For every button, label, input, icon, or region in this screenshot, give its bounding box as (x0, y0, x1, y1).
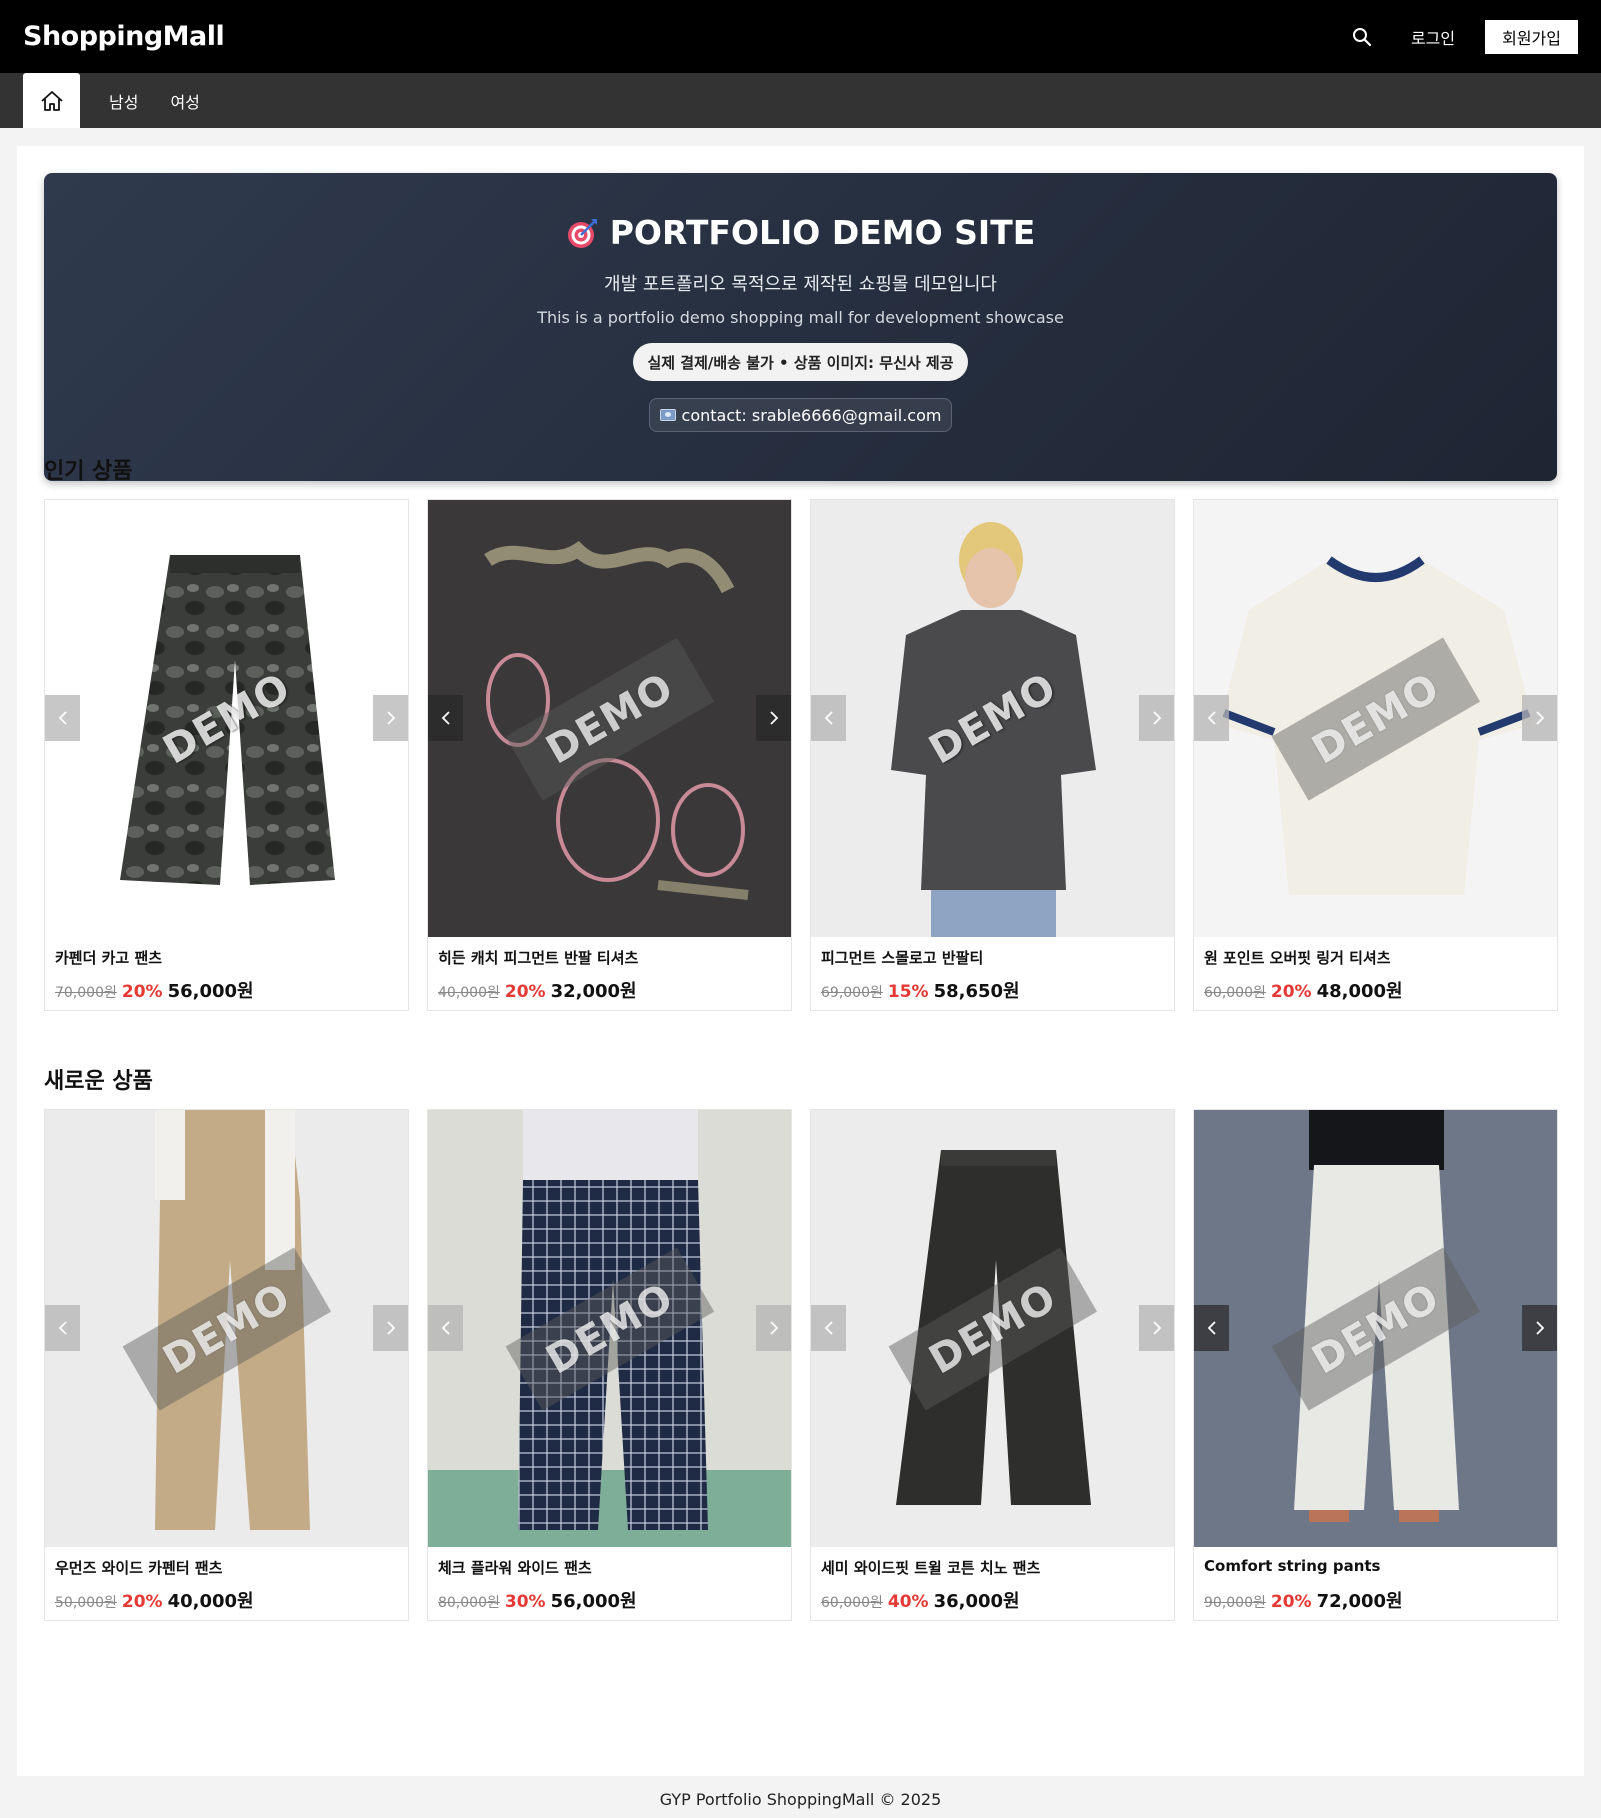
top-header: ShoppingMall 로그인 회원가입 (0, 0, 1601, 73)
product-name[interactable]: 원 포인트 오버핏 링거 티셔츠 (1204, 947, 1391, 968)
discount-rate: 30% (504, 1592, 546, 1612)
product-image[interactable]: DEMO (811, 1110, 1174, 1547)
prev-image-button[interactable] (811, 695, 846, 741)
original-price: 80,000원 (438, 1595, 500, 1611)
final-price: 32,000원 (550, 981, 637, 1002)
product-price: 90,000원 20% 72,000원 (1204, 1587, 1403, 1613)
popular-products-grid: DEMO 카펜더 카고 팬츠 70,000원 20% 56,000원 DEMO … (44, 499, 1558, 1011)
nav-item-women[interactable]: 여성 (170, 73, 199, 128)
final-price: 40,000원 (167, 1591, 254, 1612)
prev-image-button[interactable] (1194, 1305, 1229, 1351)
next-image-button[interactable] (1139, 1305, 1174, 1351)
final-price: 48,000원 (1316, 981, 1403, 1002)
popular-section-title: 인기 상품 (44, 459, 133, 484)
next-image-button[interactable] (1522, 1305, 1557, 1351)
mail-icon (659, 409, 676, 421)
target-icon (567, 218, 597, 248)
discount-rate: 20% (504, 982, 546, 1002)
prev-image-button[interactable] (428, 695, 463, 741)
category-nav: 남성 여성 (0, 73, 1601, 128)
next-image-button[interactable] (1139, 695, 1174, 741)
discount-rate: 20% (1270, 1592, 1312, 1612)
login-link[interactable]: 로그인 (1411, 25, 1455, 49)
next-image-button[interactable] (373, 1305, 408, 1351)
demo-banner: PORTFOLIO DEMO SITE 개발 포트폴리오 목적으로 제작된 쇼핑… (44, 173, 1557, 481)
product-name[interactable]: 카펜더 카고 팬츠 (55, 947, 162, 968)
product-price: 60,000원 40% 36,000원 (821, 1587, 1020, 1613)
discount-rate: 20% (121, 1592, 163, 1612)
product-card[interactable]: DEMO Comfort string pants 90,000원 20% 72… (1193, 1109, 1558, 1621)
product-name[interactable]: 우먼즈 와이드 카펜터 팬츠 (55, 1557, 222, 1578)
final-price: 56,000원 (167, 981, 254, 1002)
banner-notice-badge: 실제 결제/배송 불가 • 상품 이미지: 무신사 제공 (633, 343, 968, 381)
product-card[interactable]: DEMO 세미 와이드핏 트윌 코튼 치노 팬츠 60,000원 40% 36,… (810, 1109, 1175, 1621)
main-content: PORTFOLIO DEMO SITE 개발 포트폴리오 목적으로 제작된 쇼핑… (17, 146, 1584, 1776)
next-image-button[interactable] (373, 695, 408, 741)
original-price: 70,000원 (55, 985, 117, 1001)
prev-image-button[interactable] (811, 1305, 846, 1351)
product-card[interactable]: DEMO 원 포인트 오버핏 링거 티셔츠 60,000원 20% 48,000… (1193, 499, 1558, 1011)
product-price: 40,000원 20% 32,000원 (438, 977, 637, 1003)
signup-button[interactable]: 회원가입 (1485, 19, 1578, 54)
nav-item-men[interactable]: 남성 (109, 73, 138, 128)
new-section-title: 새로운 상품 (44, 1069, 153, 1094)
new-products-grid: DEMO 우먼즈 와이드 카펜터 팬츠 50,000원 20% 40,000원 … (44, 1109, 1558, 1621)
product-name[interactable]: 체크 플라워 와이드 팬츠 (438, 1557, 592, 1578)
product-image[interactable]: DEMO (45, 1110, 408, 1547)
banner-title: PORTFOLIO DEMO SITE (566, 213, 1036, 252)
final-price: 72,000원 (1316, 1591, 1403, 1612)
product-image[interactable]: DEMO (811, 500, 1174, 937)
product-price: 69,000원 15% 58,650원 (821, 977, 1020, 1003)
final-price: 36,000원 (933, 1591, 1020, 1612)
search-icon[interactable] (1349, 24, 1375, 50)
product-card[interactable]: DEMO 체크 플라워 와이드 팬츠 80,000원 30% 56,000원 (427, 1109, 792, 1621)
product-price: 70,000원 20% 56,000원 (55, 977, 254, 1003)
original-price: 50,000원 (55, 1595, 117, 1611)
discount-rate: 40% (887, 1592, 929, 1612)
product-card[interactable]: DEMO 우먼즈 와이드 카펜터 팬츠 50,000원 20% 40,000원 (44, 1109, 409, 1621)
banner-subtitle-en: This is a portfolio demo shopping mall f… (537, 308, 1064, 327)
prev-image-button[interactable] (1194, 695, 1229, 741)
product-name[interactable]: 세미 와이드핏 트윌 코튼 치노 팬츠 (821, 1557, 1040, 1578)
header-actions: 로그인 회원가입 (1349, 19, 1578, 54)
final-price: 56,000원 (550, 1591, 637, 1612)
product-image[interactable]: DEMO (428, 500, 791, 937)
original-price: 60,000원 (1204, 985, 1266, 1001)
discount-rate: 15% (887, 982, 929, 1002)
original-price: 69,000원 (821, 985, 883, 1001)
product-name[interactable]: 피그먼트 스몰로고 반팔티 (821, 947, 983, 968)
prev-image-button[interactable] (45, 695, 80, 741)
next-image-button[interactable] (756, 1305, 791, 1351)
prev-image-button[interactable] (45, 1305, 80, 1351)
product-image[interactable]: DEMO (45, 500, 408, 937)
next-image-button[interactable] (756, 695, 791, 741)
final-price: 58,650원 (933, 981, 1020, 1002)
original-price: 60,000원 (821, 1595, 883, 1611)
site-logo[interactable]: ShoppingMall (23, 21, 225, 52)
product-name[interactable]: Comfort string pants (1204, 1557, 1380, 1575)
product-card[interactable]: DEMO 피그먼트 스몰로고 반팔티 69,000원 15% 58,650원 (810, 499, 1175, 1011)
product-image[interactable]: DEMO (1194, 1110, 1557, 1547)
contact-text: contact: srable6666@gmail.com (681, 405, 942, 425)
product-price: 50,000원 20% 40,000원 (55, 1587, 254, 1613)
next-image-button[interactable] (1522, 695, 1557, 741)
product-image[interactable]: DEMO (1194, 500, 1557, 937)
discount-rate: 20% (121, 982, 163, 1002)
banner-subtitle-ko: 개발 포트폴리오 목적으로 제작된 쇼핑몰 데모입니다 (604, 274, 997, 295)
original-price: 40,000원 (438, 985, 500, 1001)
discount-rate: 20% (1270, 982, 1312, 1002)
banner-title-text: PORTFOLIO DEMO SITE (609, 213, 1036, 252)
product-image[interactable]: DEMO (428, 1110, 791, 1547)
home-tab[interactable] (23, 73, 80, 128)
original-price: 90,000원 (1204, 1595, 1266, 1611)
product-price: 60,000원 20% 48,000원 (1204, 977, 1403, 1003)
product-card[interactable]: DEMO 카펜더 카고 팬츠 70,000원 20% 56,000원 (44, 499, 409, 1011)
home-icon (40, 90, 63, 111)
product-card[interactable]: DEMO 히든 캐치 피그먼트 반팔 티셔츠 40,000원 20% 32,00… (427, 499, 792, 1011)
footer-copyright: GYP Portfolio ShoppingMall © 2025 (659, 1790, 942, 1809)
contact-email[interactable]: contact: srable6666@gmail.com (648, 398, 953, 432)
product-price: 80,000원 30% 56,000원 (438, 1587, 637, 1613)
prev-image-button[interactable] (428, 1305, 463, 1351)
product-name[interactable]: 히든 캐치 피그먼트 반팔 티셔츠 (438, 947, 638, 968)
